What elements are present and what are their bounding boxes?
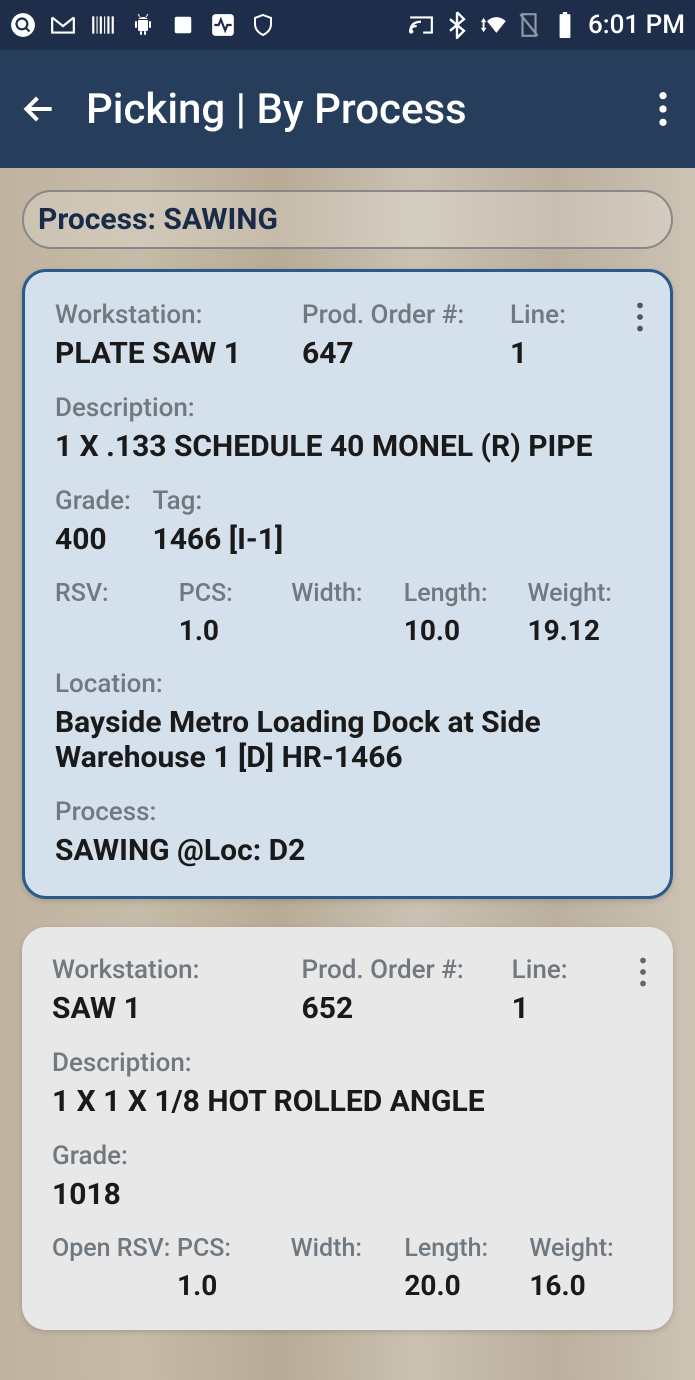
card-more-button[interactable] bbox=[633, 951, 653, 993]
battery-icon bbox=[552, 12, 578, 38]
line-label: Line: bbox=[512, 955, 643, 985]
status-time: 6:01 PM bbox=[588, 10, 685, 40]
page-title: Picking | By Process bbox=[86, 85, 651, 134]
process-value: SAWING @Loc: D2 bbox=[55, 833, 640, 868]
square-icon bbox=[170, 12, 196, 38]
card-more-button[interactable] bbox=[630, 296, 650, 338]
rsv-label: RSV: bbox=[55, 579, 179, 608]
weight-value: 16.0 bbox=[529, 1269, 643, 1302]
wifi-icon bbox=[480, 12, 506, 38]
workstation-value: PLATE SAW 1 bbox=[55, 336, 302, 371]
process-chip[interactable]: Process: SAWING bbox=[22, 190, 673, 249]
tag-value: 1466 [I-1] bbox=[153, 522, 641, 557]
pcs-value: 1.0 bbox=[177, 1269, 291, 1302]
back-button[interactable] bbox=[20, 90, 58, 128]
description-label: Description: bbox=[52, 1048, 643, 1078]
search-circle-icon bbox=[10, 12, 36, 38]
pcs-value: 1.0 bbox=[179, 614, 292, 647]
length-label: Length: bbox=[404, 1234, 529, 1263]
location-label: Location: bbox=[55, 669, 640, 699]
length-value: 20.0 bbox=[404, 1269, 529, 1302]
gmail-icon bbox=[50, 12, 76, 38]
weight-label: Weight: bbox=[529, 1234, 643, 1263]
android-icon bbox=[130, 12, 156, 38]
description-value: 1 X 1 X 1/8 HOT ROLLED ANGLE bbox=[52, 1084, 643, 1119]
workstation-label: Workstation: bbox=[52, 955, 302, 985]
prod-order-value: 647 bbox=[302, 336, 510, 371]
line-value: 1 bbox=[512, 991, 643, 1026]
status-left-icons bbox=[10, 12, 276, 38]
line-label: Line: bbox=[510, 300, 640, 330]
status-right-icons: 6:01 PM bbox=[408, 10, 685, 40]
no-sim-icon bbox=[516, 12, 542, 38]
shield-icon bbox=[250, 12, 276, 38]
prod-order-label: Prod. Order #: bbox=[302, 955, 512, 985]
pcs-label: PCS: bbox=[179, 579, 292, 608]
grade-value: 1018 bbox=[52, 1177, 643, 1212]
length-value: 10.0 bbox=[404, 614, 528, 647]
workstation-label: Workstation: bbox=[55, 300, 302, 330]
barcode-icon bbox=[90, 12, 116, 38]
status-bar: 6:01 PM bbox=[0, 0, 695, 50]
length-label: Length: bbox=[404, 579, 528, 608]
workstation-value: SAW 1 bbox=[52, 991, 302, 1026]
order-card[interactable]: Workstation: PLATE SAW 1 Prod. Order #: … bbox=[22, 269, 673, 899]
prod-order-value: 652 bbox=[302, 991, 512, 1026]
line-value: 1 bbox=[510, 336, 640, 371]
content-area: Process: SAWING Workstation: PLATE SAW 1… bbox=[0, 168, 695, 1380]
grade-label: Grade: bbox=[52, 1141, 643, 1171]
open-rsv-label: Open RSV: bbox=[52, 1234, 177, 1263]
width-label: Width: bbox=[291, 579, 404, 608]
grade-label: Grade: bbox=[55, 486, 153, 516]
pcs-label: PCS: bbox=[177, 1234, 291, 1263]
bluetooth-icon bbox=[444, 12, 470, 38]
activity-icon bbox=[210, 12, 236, 38]
order-card[interactable]: Workstation: SAW 1 Prod. Order #: 652 Li… bbox=[22, 927, 673, 1330]
process-label: Process: bbox=[55, 797, 640, 827]
app-bar: Picking | By Process bbox=[0, 50, 695, 168]
weight-value: 19.12 bbox=[528, 614, 641, 647]
description-label: Description: bbox=[55, 393, 640, 423]
weight-label: Weight: bbox=[528, 579, 641, 608]
width-label: Width: bbox=[291, 1234, 405, 1263]
location-value: Bayside Metro Loading Dock at Side Wareh… bbox=[55, 705, 640, 775]
tag-label: Tag: bbox=[153, 486, 641, 516]
cast-icon bbox=[408, 12, 434, 38]
description-value: 1 X .133 SCHEDULE 40 MONEL (R) PIPE bbox=[55, 429, 640, 464]
grade-value: 400 bbox=[55, 522, 153, 557]
appbar-more-button[interactable] bbox=[651, 84, 675, 134]
prod-order-label: Prod. Order #: bbox=[302, 300, 510, 330]
